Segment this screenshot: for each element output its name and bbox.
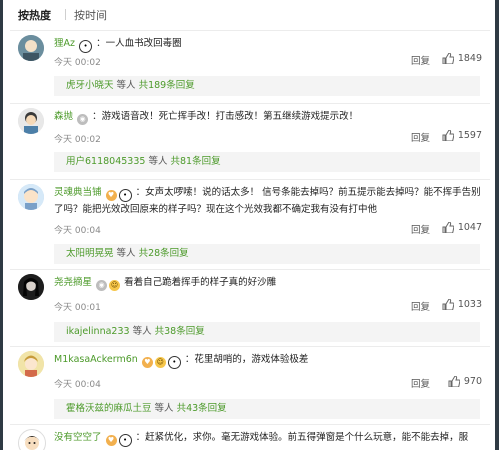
comment-time: 今天 00:02 [54,58,101,68]
sub-reply-summary[interactable]: 太阳明晃晃 等人 共28条回复 [54,244,480,264]
comment-username[interactable]: 尧尧摘星 [54,277,92,288]
like-count: 1597 [457,130,482,141]
reply-button[interactable]: 回复 [411,130,430,144]
sub-reply-user[interactable]: 用户6118045335 [66,156,145,167]
sub-reply-middle: 等人 [129,326,155,337]
comment-time: 今天 00:04 [54,226,101,236]
thumbs-up-icon [442,299,454,310]
comment-page: 按热度 按时间 狸Az • ：一人血书改回毒圈 今天 00:02 回复 1849… [0,0,499,450]
sub-reply-user[interactable]: 霍格沃兹的麻瓜土豆 [66,403,152,414]
like-button[interactable]: 1033 [442,299,482,310]
window-edge-right [495,0,499,450]
fan-badge-icon: ☺ [109,280,121,291]
sort-bar: 按热度 按时间 [10,0,490,31]
sub-reply-middle: 等人 [113,80,139,91]
like-button[interactable]: 1047 [442,222,482,233]
comment-time: 今天 00:02 [54,135,101,145]
comment-username[interactable]: 森抛 [54,111,73,122]
reply-button[interactable]: 回复 [411,53,430,67]
comment-text-line: 狸Az • ：一人血书改回毒圈 [54,36,482,53]
level-badge-icon: ◉ [77,114,89,125]
comment-item: M1kasaAckerm6n ♥ ☺ • ：花里胡哨的，游戏体验极差 今天 00:0… [10,347,490,425]
comment-username[interactable]: 狸Az [54,38,75,49]
like-count: 1849 [457,53,482,64]
comment-item: 没有空空了 ♥ • ：赶紧优化，求你。毫无游戏体验。前五得弹窗是个什么玩意，能不能… [10,425,490,450]
avatar[interactable] [18,429,46,450]
sub-reply-summary[interactable]: 虎牙小晓天 等人 共189条回复 [54,76,480,96]
avatar[interactable] [18,35,44,61]
avatar[interactable] [18,274,44,300]
sort-divider [65,9,66,20]
comment-item: 狸Az • ：一人血书改回毒圈 今天 00:02 回复 1849 虎牙小晓天 等… [10,31,490,104]
sort-by-hot-tab[interactable]: 按热度 [18,7,51,23]
sub-reply-middle: 等人 [151,403,177,414]
comment-text-line: 尧尧摘星 ◉ ☺ 看着自己跪着挥手的样子真的好沙雕 [54,275,482,291]
sub-reply-count[interactable]: 共81条回复 [171,156,221,167]
sub-reply-summary[interactable]: 用户6118045335 等人 共81条回复 [54,152,480,172]
thumbs-up-icon [442,130,454,141]
avatar[interactable] [18,108,44,134]
sub-reply-summary[interactable]: 霍格沃兹的麻瓜土豆 等人 共43条回复 [54,399,480,419]
comment-text-line: M1kasaAckerm6n ♥ ☺ • ：花里胡哨的，游戏体验极差 [54,352,482,369]
comment-username[interactable]: M1kasaAckerm6n [54,354,138,365]
comment-text: ：花里胡哨的，游戏体验极差 [184,354,309,365]
reply-button[interactable]: 回复 [411,222,430,236]
sub-reply-user[interactable]: 虎牙小晓天 [66,80,114,91]
reply-button[interactable]: 回复 [411,299,430,313]
panda-badge-icon: • [118,434,132,447]
fan-badge-icon: ♥ [105,435,117,446]
sub-reply-count[interactable]: 共28条回复 [139,248,189,259]
panda-badge-icon: • [118,189,132,202]
comment-item: 灵魂典当铺 ♥ • ：女声太啰嗦！说的话太多！ 信号条能去掉吗？前五提示能去掉吗？… [10,180,490,270]
thumbs-up-icon [448,376,460,387]
sort-by-time-tab[interactable]: 按时间 [74,7,107,23]
fan-badge-icon: ♥ [141,357,153,368]
like-button[interactable]: 970 [448,376,482,387]
level-badge-icon: ◉ [96,280,108,291]
sub-reply-count[interactable]: 共43条回复 [177,403,227,414]
like-button[interactable]: 1597 [442,130,482,141]
comment-time: 今天 00:04 [54,380,101,390]
comment-text-line: 没有空空了 ♥ • ：赶紧优化，求你。毫无游戏体验。前五得弹窗是个什么玩意，能不能… [54,430,482,447]
sub-reply-middle: 等人 [113,248,139,259]
like-button[interactable]: 1849 [442,53,482,64]
fan-badge-icon: ☺ [154,357,166,368]
comment-time: 今天 00:01 [54,303,101,313]
like-count: 1033 [457,299,482,310]
comment-text: ：一人血书改回毒圈 [96,38,182,49]
comment-item: 尧尧摘星 ◉ ☺ 看着自己跪着挥手的样子真的好沙雕 今天 00:01 回复 103… [10,270,490,347]
like-count: 1047 [457,222,482,233]
comment-item: 森抛 ◉ ：游戏语音改！死亡挥手改！打击感改！第五继续游戏提示改！ 今天 00:… [10,104,490,180]
comment-text: 看着自己跪着挥手的样子真的好沙雕 [124,277,277,288]
comment-text-line: 灵魂典当铺 ♥ • ：女声太啰嗦！说的话太多！ 信号条能去掉吗？前五提示能去掉吗？… [54,185,482,217]
sub-reply-middle: 等人 [145,156,171,167]
panda-badge-icon: • [79,40,93,53]
comment-username[interactable]: 没有空空了 [54,432,102,443]
sub-reply-count[interactable]: 共189条回复 [139,80,195,91]
fan-badge-icon: ♥ [105,190,117,201]
comment-text-line: 森抛 ◉ ：游戏语音改！死亡挥手改！打击感改！第五继续游戏提示改！ [54,109,482,125]
like-count: 970 [463,376,482,387]
comment-username[interactable]: 灵魂典当铺 [54,187,102,198]
sub-reply-user[interactable]: ikajelinna233 [66,326,130,337]
thumbs-up-icon [442,222,454,233]
comment-text: ：女声太啰嗦！说的话太多！ 信号条能去掉吗？前五提示能去掉吗？能不挥手告别了吗？… [54,187,481,215]
comment-text: ：游戏语音改！死亡挥手改！打击感改！第五继续游戏提示改！ [92,111,359,122]
thumbs-up-icon [442,53,454,64]
window-edge-left [0,0,3,450]
avatar[interactable] [18,184,44,210]
panda-badge-icon: • [167,356,181,369]
sub-reply-count[interactable]: 共38条回复 [155,326,205,337]
reply-button[interactable]: 回复 [411,376,430,390]
sub-reply-user[interactable]: 太阳明晃晃 [66,248,114,259]
sub-reply-summary[interactable]: ikajelinna233 等人 共38条回复 [54,322,480,342]
comment-text: ：赶紧优化，求你。毫无游戏体验。前五得弹窗是个什么玩意，能不能去掉，服 [135,432,469,443]
avatar[interactable] [18,351,44,377]
